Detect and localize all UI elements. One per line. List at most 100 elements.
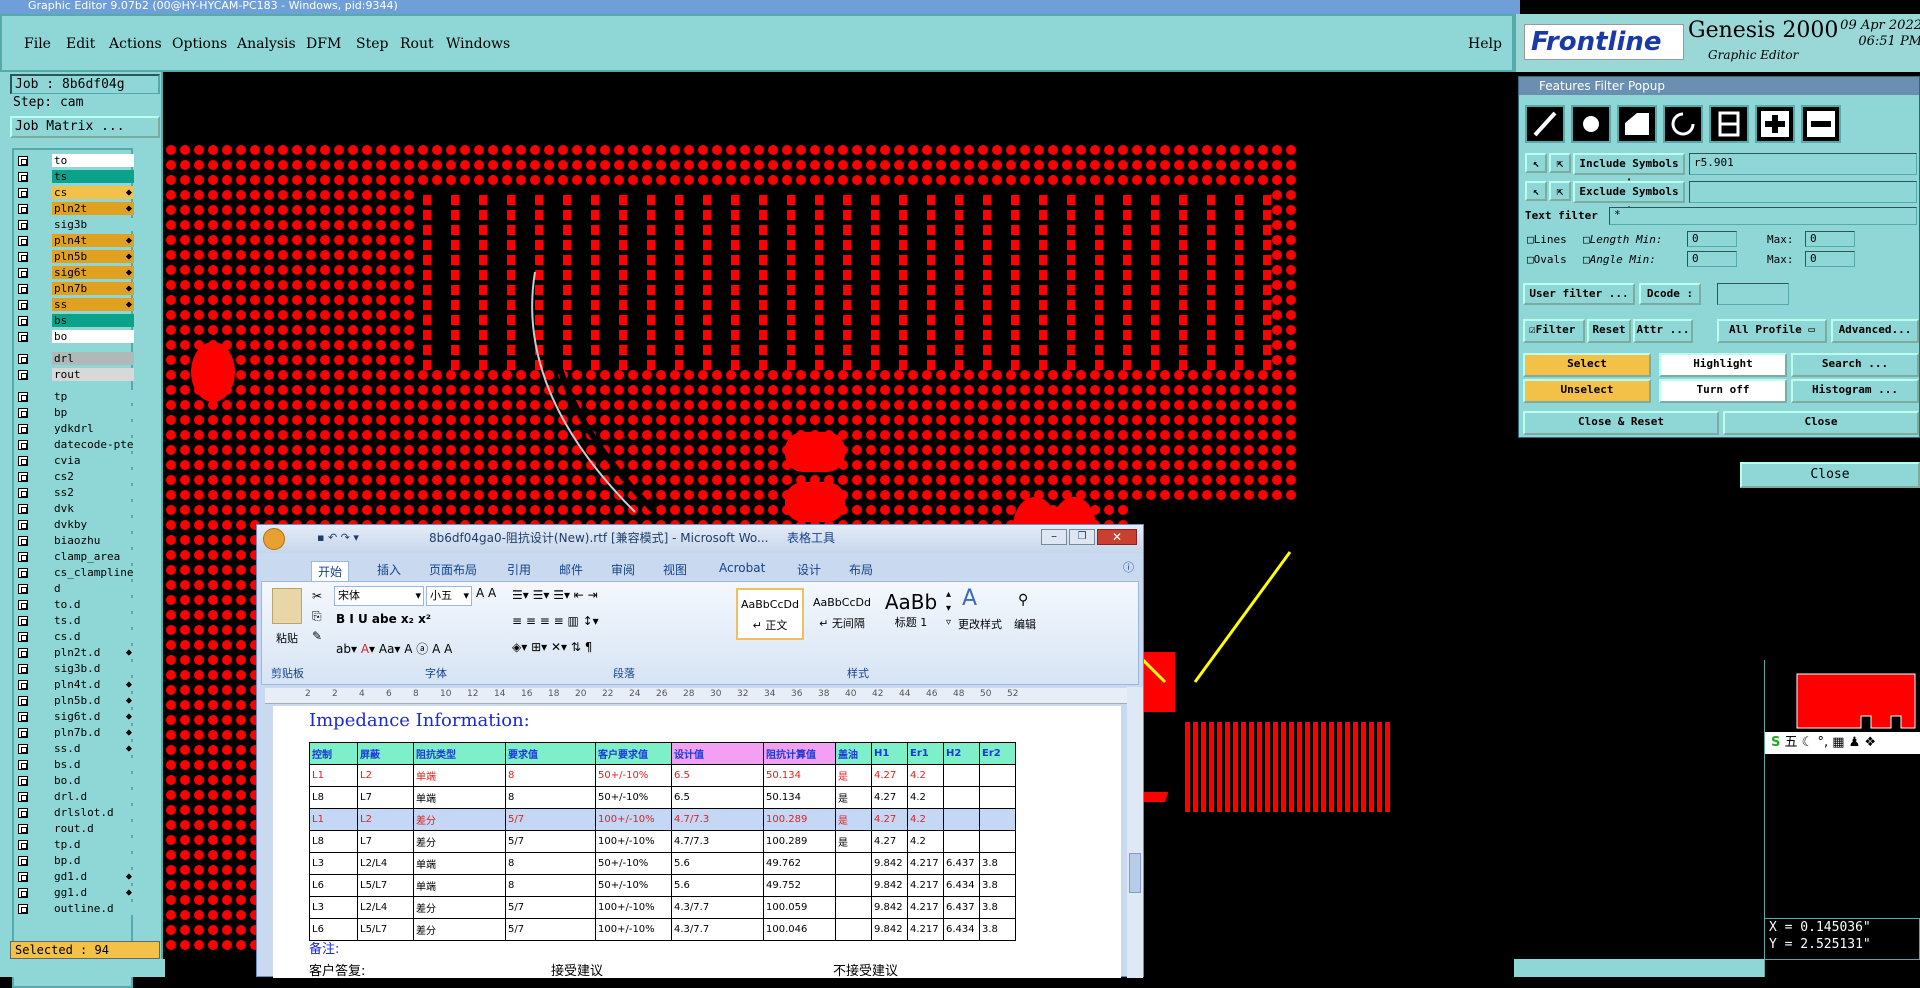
table-cell[interactable]: 单端 <box>413 874 506 897</box>
table-cell[interactable]: L1 <box>309 764 358 787</box>
turn-off-button[interactable]: Turn off <box>1659 379 1787 403</box>
arc-type-icon[interactable] <box>1663 105 1703 143</box>
exclude-pick-icon[interactable]: ↖ <box>1525 181 1547 201</box>
layer-name[interactable]: rout.d <box>52 822 134 835</box>
layer-row-datecode-pte[interactable]: datecode-pte <box>16 438 134 452</box>
menu-windows[interactable]: Windows <box>446 36 510 52</box>
tab-home[interactable]: 开始 <box>311 561 350 582</box>
layer-row-ts[interactable]: ts <box>16 170 134 184</box>
search-button[interactable]: Search ... <box>1791 353 1919 377</box>
layer-name[interactable]: sig6t.d <box>52 710 134 723</box>
close-button[interactable]: Close <box>1723 411 1919 435</box>
table-cell[interactable]: 100+/-10% <box>595 808 672 831</box>
shading-icons[interactable]: ◈▾ ⊞▾ ✕▾ ⇅ ¶ <box>512 640 592 654</box>
table-cell[interactable]: 49.762 <box>763 852 836 875</box>
vertical-scrollbar[interactable] <box>1127 687 1143 978</box>
font-size-select[interactable]: 小五 ▾ <box>426 586 472 606</box>
filter-toggle[interactable]: ☑Filter <box>1523 319 1585 343</box>
include-symbols-input[interactable]: r5.901 <box>1689 153 1917 175</box>
layer-checkbox[interactable] <box>18 808 28 818</box>
table-cell[interactable]: 5/7 <box>505 896 596 919</box>
table-cell[interactable]: 6.437 <box>943 896 980 919</box>
table-row[interactable]: L3 L2/L4 单端 8 50+/-10% 5.6 49.762 9.842 4.217 6.4… <box>309 852 1016 875</box>
layer-name[interactable]: bs.d <box>52 758 134 771</box>
layer-name[interactable]: pln7b <box>52 282 134 295</box>
table-cell[interactable]: 4.3/7.7 <box>671 896 764 919</box>
advanced-button[interactable]: Advanced... <box>1831 319 1919 343</box>
layer-checkbox[interactable] <box>18 236 28 246</box>
table-cell[interactable]: 是 <box>835 786 872 809</box>
table-header-cell[interactable]: 屏蔽 <box>357 742 414 765</box>
table-cell[interactable]: 8 <box>505 874 596 897</box>
layer-checkbox[interactable] <box>18 632 28 642</box>
layer-checkbox[interactable] <box>18 300 28 310</box>
layer-checkbox[interactable] <box>18 696 28 706</box>
layer-checkbox[interactable] <box>18 316 28 326</box>
layer-row-sig3b.d[interactable]: sig3b.d <box>16 662 134 676</box>
layer-name[interactable]: ts <box>52 170 134 183</box>
ime-toolbar[interactable]: S 五 ☾ °, ▦ ♟ ❖ <box>1765 732 1920 754</box>
layer-checkbox[interactable] <box>18 472 28 482</box>
layer-row-outline.d[interactable]: outline.d <box>16 902 134 916</box>
list-icons[interactable]: ☰▾ ☰▾ ☰▾ ⇤ ⇥ <box>512 588 598 602</box>
menu-dfm[interactable]: DFM <box>306 36 341 52</box>
reject-option[interactable]: 不接受建议 <box>833 960 898 978</box>
text-type-icon[interactable] <box>1709 105 1749 143</box>
layer-row-pln2t.d[interactable]: pln2t.d ⬥ <box>16 646 134 660</box>
table-cell[interactable]: 8 <box>505 764 596 787</box>
layer-name[interactable]: sig3b <box>52 218 134 231</box>
table-cell[interactable]: 单端 <box>413 852 506 875</box>
layer-row-sig6t.d[interactable]: sig6t.d ⬥ <box>16 710 134 724</box>
layer-checkbox[interactable] <box>18 792 28 802</box>
table-cell[interactable]: 6.437 <box>943 852 980 875</box>
layer-checkbox[interactable] <box>18 156 28 166</box>
tab-layout[interactable]: 布局 <box>849 561 873 578</box>
length-checkbox[interactable]: □Length Min: <box>1583 233 1663 246</box>
tab-acrobat[interactable]: Acrobat <box>719 561 765 575</box>
tab-insert[interactable]: 插入 <box>377 561 401 578</box>
table-cell[interactable]: L3 <box>309 852 358 875</box>
layer-checkbox[interactable] <box>18 536 28 546</box>
layer-row-bp.d[interactable]: bp.d <box>16 854 134 868</box>
table-row[interactable]: L1 L2 差分 5/7 100+/-10% 4.7/7.3 100.289 是 4.27 4.2 <box>309 808 1016 831</box>
table-cell[interactable] <box>835 896 872 919</box>
exclude-clear-icon[interactable]: ⇱ <box>1549 181 1571 201</box>
layer-checkbox[interactable] <box>18 584 28 594</box>
angle-max-input[interactable]: 0 <box>1805 251 1855 267</box>
table-cell[interactable]: L8 <box>309 786 358 809</box>
table-cell[interactable] <box>835 874 872 897</box>
layer-row-pln5b.d[interactable]: pln5b.d ⬥ <box>16 694 134 708</box>
table-header-cell[interactable]: 控制 <box>309 742 358 765</box>
minimize-icon[interactable]: – <box>1041 529 1067 545</box>
layer-row-drl[interactable]: drl <box>16 352 134 366</box>
find-icon[interactable]: ⚲ <box>1018 592 1028 608</box>
tab-references[interactable]: 引用 <box>507 561 531 578</box>
paste-label[interactable]: 粘贴 <box>276 630 298 646</box>
table-header-cell[interactable]: 阻抗计算值 <box>763 742 836 765</box>
layer-name[interactable]: bo <box>52 330 134 343</box>
table-cell[interactable]: 50+/-10% <box>595 874 672 897</box>
table-header-cell[interactable]: Er2 <box>979 742 1016 765</box>
layer-row-bo[interactable]: bo <box>16 330 134 344</box>
layer-row-tp[interactable]: tp <box>16 390 134 404</box>
layer-row-cvia[interactable]: cvia <box>16 454 134 468</box>
tab-view[interactable]: 视图 <box>663 561 687 578</box>
table-cell[interactable]: 3.8 <box>979 918 1016 941</box>
layer-name[interactable]: ss2 <box>52 486 134 499</box>
menu-actions[interactable]: Actions <box>109 36 162 52</box>
layer-row-cs_clampline[interactable]: cs_clampline <box>16 566 134 580</box>
table-cell[interactable] <box>943 808 980 831</box>
table-cell[interactable] <box>979 830 1016 853</box>
layer-name[interactable]: dvk <box>52 502 134 515</box>
reset-button[interactable]: Reset <box>1587 319 1631 343</box>
layer-name[interactable]: tp <box>52 390 134 403</box>
table-header-cell[interactable]: 阻抗类型 <box>413 742 506 765</box>
layer-row-drl.d[interactable]: drl.d <box>16 790 134 804</box>
layer-row-rout[interactable]: rout <box>16 368 134 382</box>
table-cell[interactable]: 4.27 <box>871 830 908 853</box>
table-header-cell[interactable]: 客户要求值 <box>595 742 672 765</box>
layer-name[interactable]: bp.d <box>52 854 134 867</box>
table-cell[interactable]: 9.842 <box>871 896 908 919</box>
histogram-button[interactable]: Histogram ... <box>1791 379 1919 403</box>
layer-name[interactable]: tp.d <box>52 838 134 851</box>
